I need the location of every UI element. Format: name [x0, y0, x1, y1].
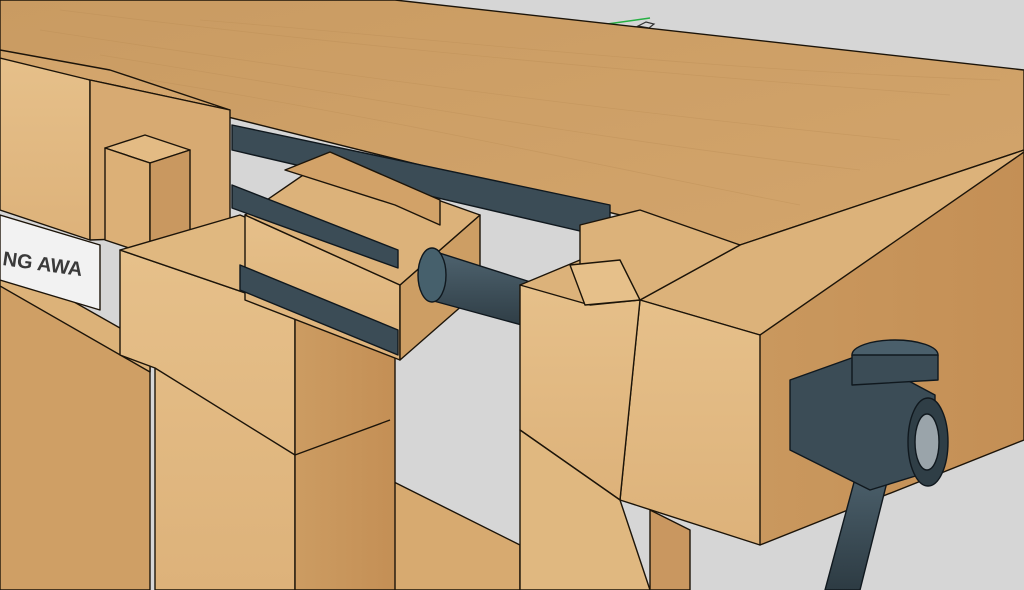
left-beam-front — [0, 54, 91, 241]
workbench-model[interactable]: NG AWA — [0, 0, 1024, 590]
post-block-front — [104, 147, 151, 256]
handle-bore-inner — [914, 413, 940, 471]
3d-viewport[interactable]: NG AWA — [0, 0, 1024, 590]
tommy-bar-collar — [851, 354, 939, 386]
